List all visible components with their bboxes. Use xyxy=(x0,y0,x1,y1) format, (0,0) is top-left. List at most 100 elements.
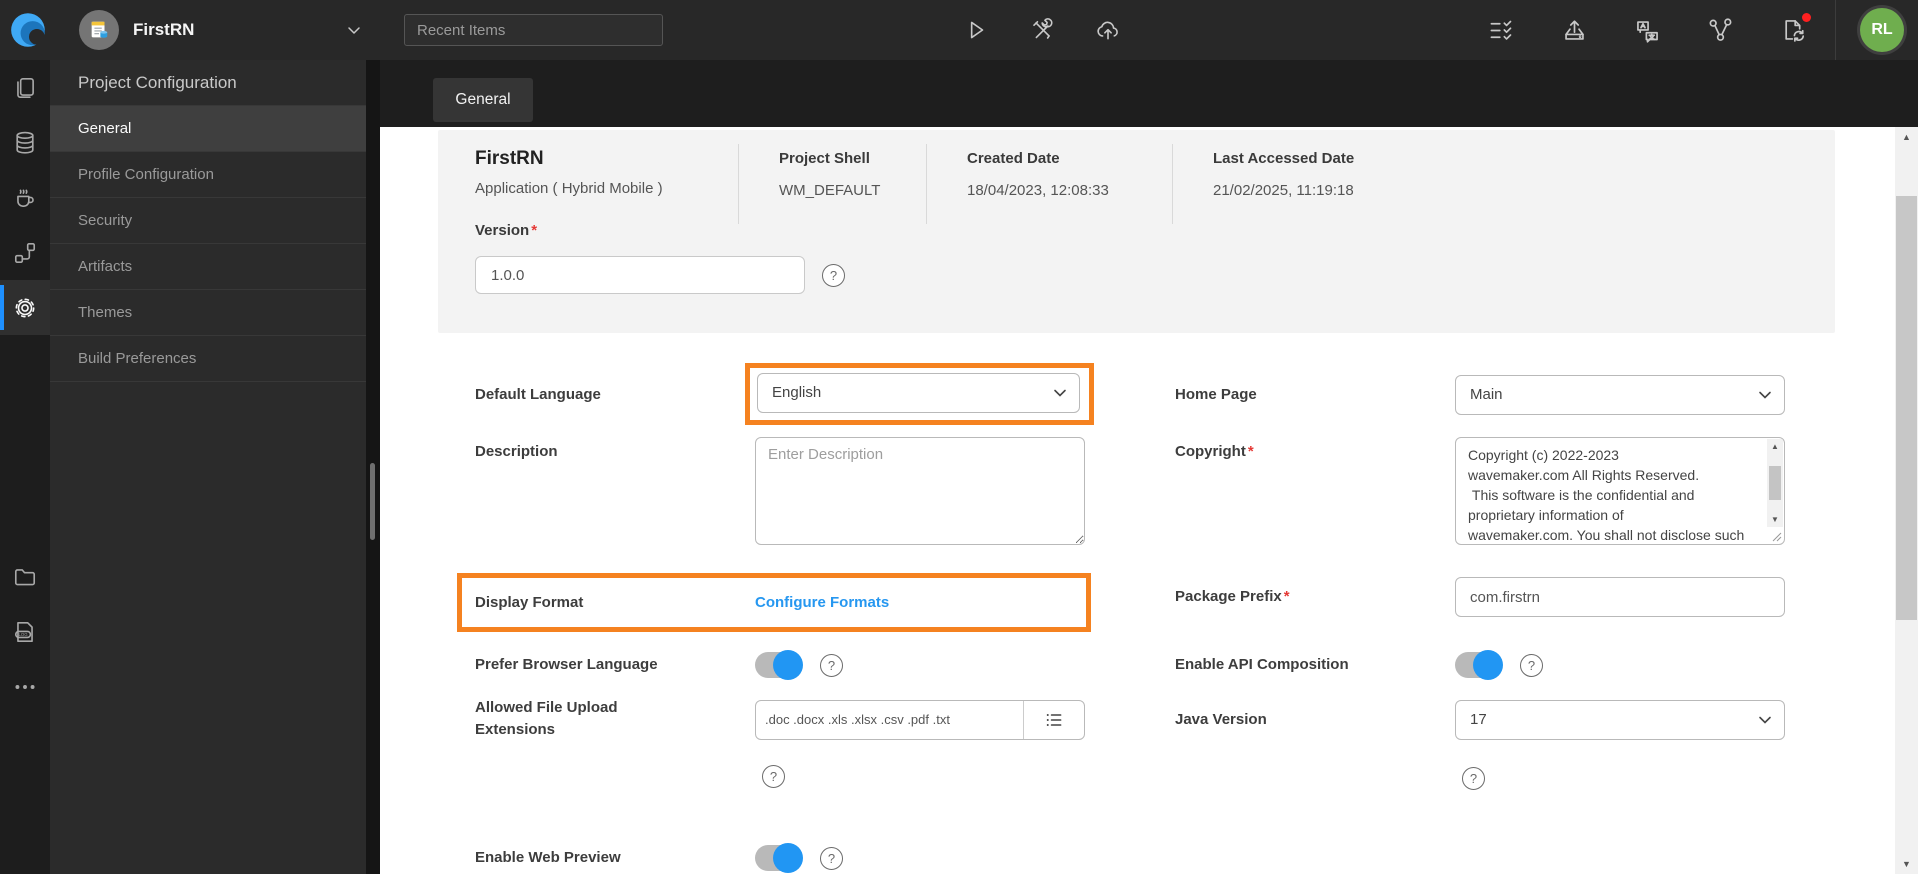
default-language-label: Default Language xyxy=(475,386,601,403)
sync-button[interactable] xyxy=(1775,12,1811,48)
svg-text:LOG: LOG xyxy=(18,632,28,637)
scroll-up-icon[interactable]: ▲ xyxy=(1771,442,1779,451)
prefer-browser-language-label: Prefer Browser Language xyxy=(475,656,658,673)
copyright-scrollbar-thumb[interactable] xyxy=(1769,466,1781,500)
enable-web-preview-help-icon[interactable]: ? xyxy=(820,847,843,870)
version-label: Version * xyxy=(475,222,538,239)
project-doc-icon xyxy=(91,21,108,38)
allowed-extensions-help-icon[interactable]: ? xyxy=(762,765,785,788)
rail-item-java[interactable] xyxy=(0,170,50,225)
sidebar-scrollbar-thumb[interactable] xyxy=(370,463,375,540)
required-marker: * xyxy=(1283,588,1290,605)
enable-api-composition-label: Enable API Composition xyxy=(1175,656,1349,673)
sidebar-title: Project Configuration xyxy=(50,60,366,106)
prefer-browser-language-toggle[interactable] xyxy=(755,650,803,680)
scroll-up-icon[interactable]: ▲ xyxy=(1895,132,1918,142)
content-scrollbar-thumb[interactable] xyxy=(1896,196,1917,620)
version-help-icon[interactable]: ? xyxy=(822,264,845,287)
chevron-down-icon xyxy=(1759,391,1771,399)
rail-item-more[interactable] xyxy=(0,659,50,714)
sidebar-item-security[interactable]: Security xyxy=(50,198,366,244)
api-flow-icon xyxy=(14,242,36,263)
deploy-button[interactable] xyxy=(1090,12,1126,48)
java-version-select[interactable]: 17 xyxy=(1455,700,1785,740)
user-avatar[interactable]: RL xyxy=(1860,8,1904,52)
list-icon xyxy=(1046,714,1062,726)
created-date-label: Created Date xyxy=(967,150,1060,167)
scroll-down-icon[interactable]: ▼ xyxy=(1895,859,1918,869)
last-accessed-value: 21/02/2025, 11:19:18 xyxy=(1213,182,1354,199)
toggle-knob xyxy=(773,843,803,873)
export-drive-icon xyxy=(1564,19,1584,40)
sidebar-scrollbar[interactable] xyxy=(366,60,380,874)
java-version-help-icon[interactable]: ? xyxy=(1462,767,1485,790)
project-info-row: FirstRN Application ( Hybrid Mobile ) Pr… xyxy=(438,130,1835,224)
run-button[interactable] xyxy=(958,12,994,48)
package-prefix-input[interactable] xyxy=(1455,577,1785,617)
project-shell-label: Project Shell xyxy=(779,150,870,167)
version-input[interactable] xyxy=(475,256,805,294)
home-page-select[interactable]: Main xyxy=(1455,375,1785,415)
project-info-panel: FirstRN Application ( Hybrid Mobile ) Pr… xyxy=(438,130,1835,333)
project-name: FirstRN xyxy=(133,20,195,39)
checklist-button[interactable] xyxy=(1483,12,1519,48)
home-page-label: Home Page xyxy=(1175,386,1257,403)
description-textarea[interactable] xyxy=(755,437,1085,545)
rail-item-files[interactable] xyxy=(0,549,50,604)
wavemaker-logo[interactable] xyxy=(8,9,50,51)
last-accessed-label: Last Accessed Date xyxy=(1213,150,1355,167)
project-title: FirstRN xyxy=(475,148,544,169)
tab-general[interactable]: General xyxy=(433,78,533,122)
rail-item-settings[interactable] xyxy=(0,280,50,335)
play-icon xyxy=(970,21,984,39)
prefer-browser-language-help-icon[interactable]: ? xyxy=(820,654,843,677)
topbar-divider xyxy=(1835,0,1836,60)
allowed-extensions-input[interactable]: .doc .docx .xls .xlsx .csv .pdf .txt xyxy=(756,701,1024,739)
gear-icon xyxy=(15,298,35,317)
topbar-right: RL xyxy=(1483,0,1904,60)
sidebar-item-build-preferences[interactable]: Build Preferences xyxy=(50,336,366,382)
created-date-value: 18/04/2023, 12:08:33 xyxy=(967,182,1109,199)
chevron-down-icon[interactable] xyxy=(342,18,366,42)
recent-items-input[interactable] xyxy=(404,14,663,46)
rail-item-logs[interactable]: LOG xyxy=(0,604,50,659)
enable-web-preview-toggle[interactable] xyxy=(755,843,803,873)
copyright-scrollbar[interactable]: ▲ ▼ xyxy=(1767,439,1783,527)
sidebar-item-profile-configuration[interactable]: Profile Configuration xyxy=(50,152,366,198)
toggle-knob xyxy=(773,650,803,680)
allowed-extensions-list-button[interactable] xyxy=(1024,701,1084,739)
rail-item-pages[interactable] xyxy=(0,60,50,115)
scroll-down-icon[interactable]: ▼ xyxy=(1771,515,1779,524)
translate-button[interactable] xyxy=(1629,12,1665,48)
copyright-text: Copyright (c) 2022-2023 wavemaker.com Al… xyxy=(1468,447,1745,543)
sidebar-item-themes[interactable]: Themes xyxy=(50,290,366,336)
rail-bottom-group: LOG xyxy=(0,549,50,714)
enable-api-composition-toggle[interactable] xyxy=(1455,650,1503,680)
share-button[interactable] xyxy=(1702,12,1738,48)
copyright-textarea[interactable]: Copyright (c) 2022-2023 wavemaker.com Al… xyxy=(1455,437,1785,545)
rail-item-database[interactable] xyxy=(0,115,50,170)
default-language-select[interactable]: English xyxy=(757,373,1080,413)
allowed-extensions-control: .doc .docx .xls .xlsx .csv .pdf .txt xyxy=(755,700,1085,740)
default-language-highlight: English xyxy=(745,363,1094,425)
content-scrollbar[interactable]: ▲ ▼ xyxy=(1895,127,1918,874)
topbar-actions xyxy=(958,12,1126,48)
enable-api-composition-help-icon[interactable]: ? xyxy=(1520,654,1543,677)
share-branch-icon xyxy=(1709,17,1731,41)
project-avatar[interactable] xyxy=(79,10,119,50)
project-shell-value: WM_DEFAULT xyxy=(779,182,881,199)
package-prefix-label: Package Prefix * xyxy=(1175,588,1290,605)
export-button[interactable] xyxy=(1556,12,1592,48)
configure-formats-link[interactable]: Configure Formats xyxy=(755,578,889,627)
tools-button[interactable] xyxy=(1024,12,1060,48)
sidebar-item-general[interactable]: General xyxy=(50,106,366,152)
cloud-upload-icon xyxy=(1097,21,1118,40)
database-icon xyxy=(16,131,34,154)
resize-grip-icon[interactable] xyxy=(1772,532,1782,542)
ellipsis-icon xyxy=(15,684,35,689)
icon-rail: LOG xyxy=(0,60,50,874)
rail-item-apis[interactable] xyxy=(0,225,50,280)
display-format-label: Display Format xyxy=(475,594,584,611)
sidebar-item-artifacts[interactable]: Artifacts xyxy=(50,244,366,290)
chevron-down-icon xyxy=(1054,389,1066,397)
